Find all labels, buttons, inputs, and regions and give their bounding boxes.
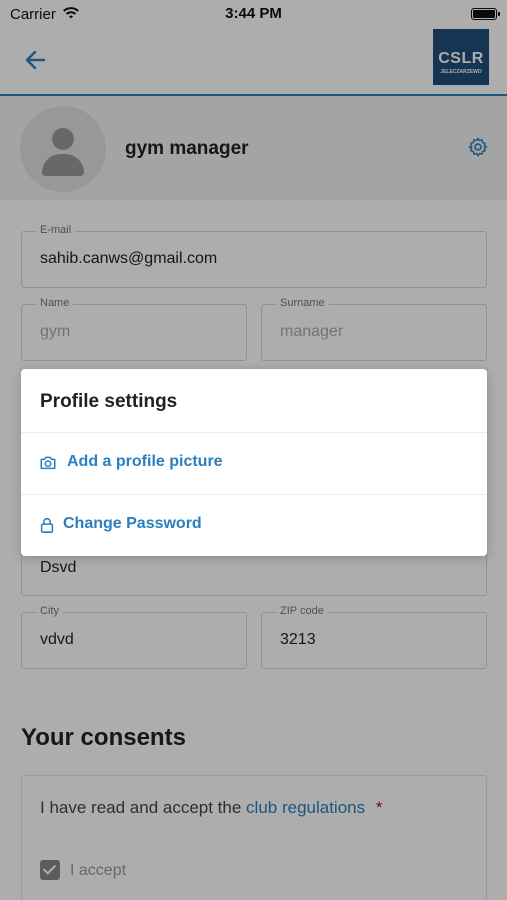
add-profile-picture-button[interactable]: Add a profile picture bbox=[21, 433, 487, 495]
change-password-button[interactable]: Change Password bbox=[21, 495, 487, 557]
modal-title: Profile settings bbox=[40, 391, 178, 412]
camera-icon bbox=[40, 456, 56, 470]
lock-icon bbox=[40, 518, 54, 533]
add-profile-picture-label: Add a profile picture bbox=[67, 453, 223, 470]
profile-settings-modal: Profile settings Add a profile picture C… bbox=[21, 369, 487, 556]
change-password-label: Change Password bbox=[63, 515, 202, 532]
